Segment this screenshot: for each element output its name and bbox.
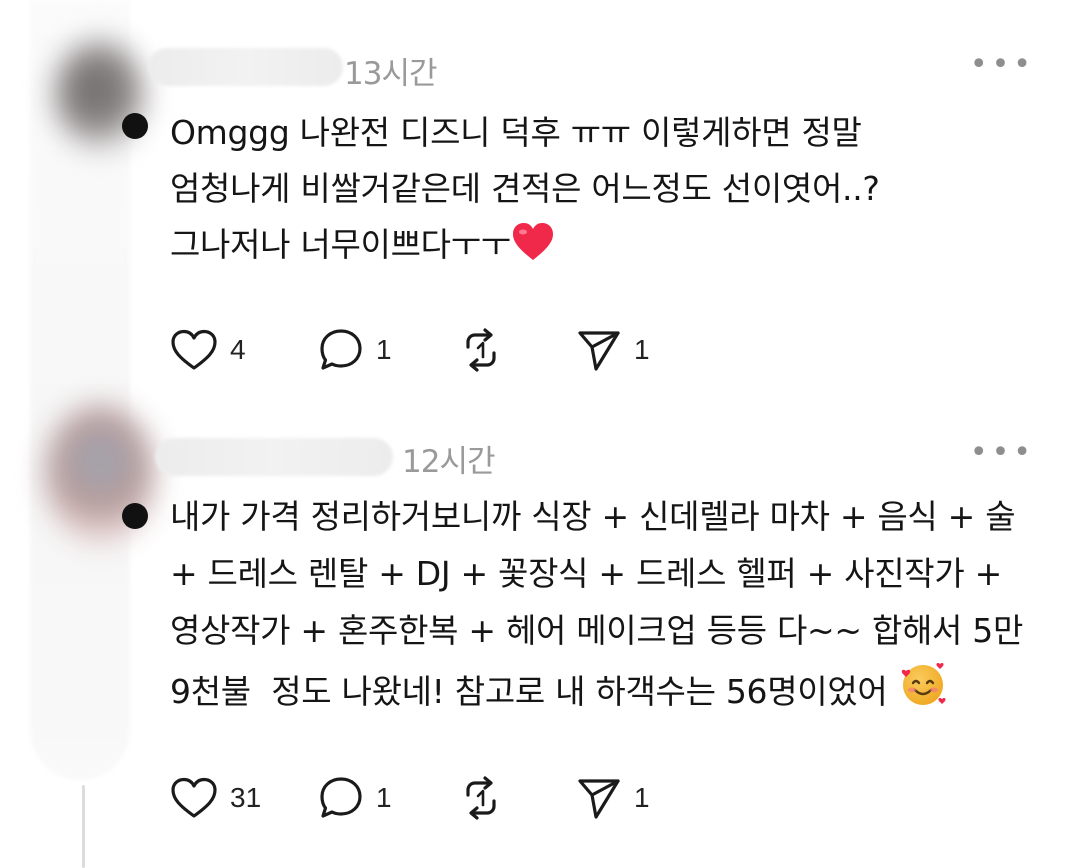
like-count: 4 [230, 334, 246, 365]
thread-connector-line [82, 785, 85, 868]
comment-text: 내가 가격 정리하거보니까 식장 + 신데렐라 마차 + 음식 + 술 + 드레… [170, 497, 1024, 711]
username-blurred[interactable] [155, 438, 393, 476]
heart-outline-icon [170, 329, 218, 371]
username-blurred[interactable] [148, 48, 343, 86]
follow-badge[interactable] [122, 113, 148, 139]
reply-button[interactable]: 1 [318, 327, 458, 373]
repost-arrows-icon [458, 775, 504, 821]
like-button[interactable]: 4 [170, 329, 318, 371]
comment-body: 내가 가격 정리하거보니까 식장 + 신데렐라 마차 + 음식 + 술 + 드레… [170, 488, 1050, 726]
more-horizontal-icon[interactable]: ••• [970, 438, 1035, 468]
paper-plane-icon [576, 327, 622, 373]
like-count: 31 [230, 782, 262, 813]
timestamp: 12시간 [402, 444, 495, 480]
action-bar: 4 1 1 [170, 325, 696, 375]
comment-body: Omggg 나완전 디즈니 덕후 ㅠㅠ 이렇게하면 정말 엄청나게 비쌀거같은데… [170, 105, 1050, 279]
reply-count: 1 [376, 782, 392, 813]
more-horizontal-icon[interactable]: ••• [970, 50, 1035, 80]
follow-badge[interactable] [122, 503, 148, 529]
speech-bubble-icon [318, 775, 364, 821]
action-bar: 31 1 1 [170, 773, 696, 823]
share-button[interactable]: 1 [576, 775, 696, 821]
speech-bubble-icon [318, 327, 364, 373]
repost-button[interactable] [458, 775, 576, 821]
repost-button[interactable] [458, 327, 576, 373]
timestamp: 13시간 [344, 56, 437, 92]
share-count: 1 [634, 334, 650, 365]
heart-outline-icon [170, 777, 218, 819]
like-button[interactable]: 31 [170, 777, 318, 819]
paper-plane-icon [576, 775, 622, 821]
reply-button[interactable]: 1 [318, 775, 458, 821]
red-heart-icon [511, 222, 555, 279]
share-count: 1 [634, 782, 650, 813]
reply-count: 1 [376, 334, 392, 365]
smiling-face-with-hearts-icon [898, 659, 948, 726]
share-button[interactable]: 1 [576, 327, 696, 373]
threads-comment-screen: 13시간 ••• Omggg 나완전 디즈니 덕후 ㅠㅠ 이렇게하면 정말 엄청… [0, 0, 1080, 868]
repost-arrows-icon [458, 327, 504, 373]
